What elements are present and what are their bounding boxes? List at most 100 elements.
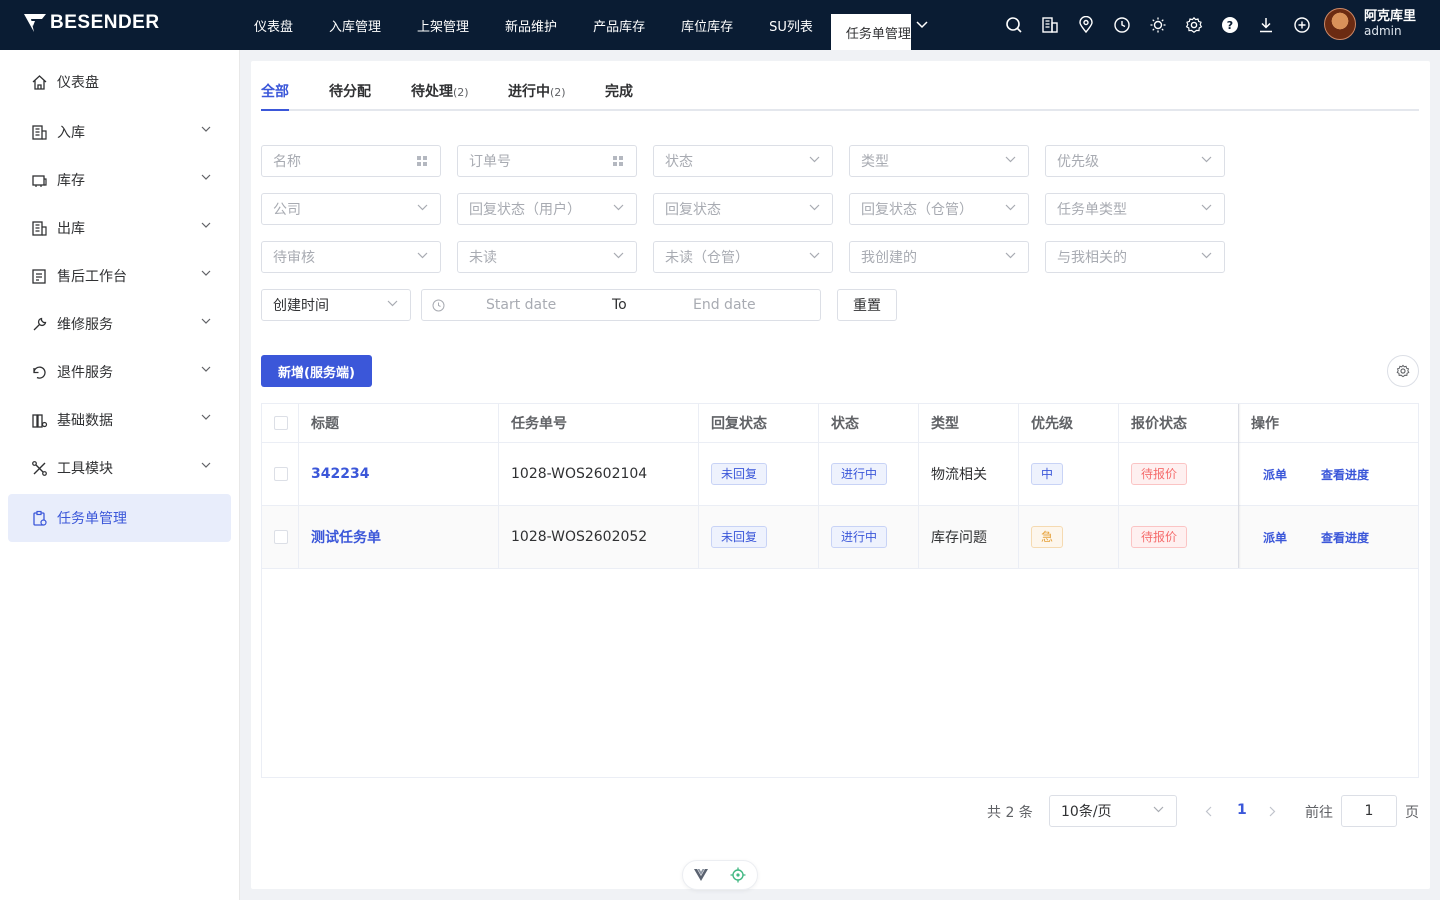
- view-progress-link[interactable]: 查看进度: [1321, 466, 1369, 483]
- topnav-location-stock[interactable]: 库位库存: [663, 0, 751, 50]
- sidebar-item-returns[interactable]: 退件服务: [8, 348, 231, 396]
- chevron-down-icon: [201, 414, 211, 420]
- status-badge: 进行中: [831, 463, 888, 485]
- chevron-down-icon: [201, 318, 211, 324]
- dispatch-link[interactable]: 派单: [1263, 529, 1287, 546]
- tab-pending-assign[interactable]: 待分配: [329, 81, 371, 111]
- sun-icon[interactable]: [1140, 0, 1176, 50]
- avatar[interactable]: [1324, 8, 1356, 40]
- tab-pending-process[interactable]: 待处理(2): [411, 81, 469, 111]
- sidebar-item-label: 仪表盘: [57, 75, 99, 91]
- start-date-input[interactable]: Start date: [486, 297, 556, 313]
- goto-page-input[interactable]: [1341, 795, 1397, 827]
- prev-page-chevron-left-icon[interactable]: [1205, 806, 1212, 817]
- reply-status-user-select[interactable]: 回复状态（用户）: [457, 193, 637, 225]
- reset-button[interactable]: 重置: [837, 289, 897, 321]
- company-select[interactable]: 公司: [261, 193, 441, 225]
- priority-select[interactable]: 优先级: [1045, 145, 1225, 177]
- topnav-shelving[interactable]: 上架管理: [399, 0, 487, 50]
- sidebar-item-inventory[interactable]: 库存: [8, 156, 231, 204]
- topnav-new-product[interactable]: 新品维护: [487, 0, 575, 50]
- building-icon[interactable]: [1032, 0, 1068, 50]
- sidebar-item-repair[interactable]: 维修服务: [8, 300, 231, 348]
- order-number-input[interactable]: 订单号: [457, 145, 637, 177]
- reply-status-select[interactable]: 回复状态: [653, 193, 833, 225]
- table-settings-button[interactable]: [1387, 355, 1419, 387]
- row-checkbox[interactable]: [274, 530, 288, 544]
- date-range-picker[interactable]: Start date To End date: [421, 289, 821, 321]
- created-by-me-select[interactable]: 我创建的: [849, 241, 1029, 273]
- vue-devtools-icon[interactable]: [694, 869, 708, 881]
- target-icon[interactable]: [730, 867, 746, 883]
- topnav-more-chevron-down-icon[interactable]: [911, 0, 933, 50]
- chevron-down-icon: [1005, 156, 1016, 163]
- col-type: 类型: [919, 404, 1019, 442]
- dispatch-link[interactable]: 派单: [1263, 466, 1287, 483]
- row-checkbox-cell: [262, 506, 299, 568]
- time-type-select[interactable]: 创建时间: [261, 289, 411, 321]
- topnav-product-stock[interactable]: 产品库存: [575, 0, 663, 50]
- row-checkbox[interactable]: [274, 467, 288, 481]
- cell-actions: 派单 查看进度: [1239, 506, 1418, 568]
- add-task-button[interactable]: 新增(服务端): [261, 355, 372, 387]
- end-date-input[interactable]: End date: [693, 297, 756, 313]
- unread-select[interactable]: 未读: [457, 241, 637, 273]
- main-content: 全部 待分配 待处理(2) 进行中(2) 完成 名称 订单号 状态 类型 优先级…: [251, 61, 1430, 889]
- user-menu[interactable]: 阿克库里 admin: [1324, 8, 1416, 40]
- chevron-down-icon: [809, 252, 820, 259]
- type-select[interactable]: 类型: [849, 145, 1029, 177]
- task-title-link[interactable]: 测试任务单: [311, 527, 381, 547]
- plus-circle-icon[interactable]: [1284, 0, 1320, 50]
- sidebar-item-base-data[interactable]: 基础数据: [8, 396, 231, 444]
- status-badge: 进行中: [831, 526, 888, 548]
- help-icon[interactable]: ?: [1212, 0, 1248, 50]
- tab-in-progress[interactable]: 进行中(2): [508, 81, 566, 111]
- goto-label: 前往: [1305, 805, 1333, 821]
- status-select[interactable]: 状态: [653, 145, 833, 177]
- related-to-me-select[interactable]: 与我相关的: [1045, 241, 1225, 273]
- gear-icon[interactable]: [1176, 0, 1212, 50]
- task-title-link[interactable]: 342234: [311, 466, 369, 482]
- sidebar-item-outbound[interactable]: 出库: [8, 204, 231, 252]
- download-icon[interactable]: [1248, 0, 1284, 50]
- reply-status-badge: 未回复: [711, 526, 768, 548]
- sidebar-item-inbound[interactable]: 入库: [8, 108, 231, 156]
- location-icon[interactable]: [1068, 0, 1104, 50]
- topnav-dashboard[interactable]: 仪表盘: [236, 0, 311, 50]
- table-header: 标题 任务单号 回复状态 状态 类型 优先级 报价状态 操作: [262, 404, 1418, 443]
- sidebar-item-after-sales[interactable]: 售后工作台: [8, 252, 231, 300]
- sidebar-item-dashboard[interactable]: 仪表盘: [8, 58, 231, 106]
- after-sales-icon: [30, 267, 48, 285]
- task-type-select[interactable]: 任务单类型: [1045, 193, 1225, 225]
- select-all-checkbox[interactable]: [274, 416, 288, 430]
- unread-warehouse-select[interactable]: 未读（仓管）: [653, 241, 833, 273]
- logo-mark-icon: [24, 14, 46, 32]
- view-progress-link[interactable]: 查看进度: [1321, 529, 1369, 546]
- sidebar-item-label: 入库: [57, 125, 85, 141]
- inbound-icon: [30, 123, 48, 141]
- outbound-icon: [30, 219, 48, 237]
- page-number-current[interactable]: 1: [1237, 802, 1247, 818]
- page-size-select[interactable]: 10条/页: [1049, 795, 1177, 827]
- header-checkbox-cell: [262, 404, 299, 442]
- pending-review-select[interactable]: 待审核: [261, 241, 441, 273]
- tab-all[interactable]: 全部: [261, 81, 289, 111]
- topnav-su-list[interactable]: SU列表: [751, 0, 831, 50]
- chevron-down-icon: [201, 462, 211, 468]
- sidebar-item-task-management[interactable]: 任务单管理: [8, 494, 231, 542]
- search-icon[interactable]: [996, 0, 1032, 50]
- brand-logo[interactable]: BESENDER: [22, 12, 160, 34]
- inventory-icon: [30, 171, 48, 189]
- clock-icon[interactable]: [1104, 0, 1140, 50]
- topnav-task-management[interactable]: 任务单管理: [830, 14, 911, 50]
- tab-completed[interactable]: 完成: [605, 81, 633, 111]
- name-input[interactable]: 名称: [261, 145, 441, 177]
- cell-priority: 急: [1019, 506, 1119, 568]
- chevron-down-icon: [613, 252, 624, 259]
- reply-status-warehouse-select[interactable]: 回复状态（仓管）: [849, 193, 1029, 225]
- sidebar-item-tools[interactable]: 工具模块: [8, 444, 231, 492]
- cell-reply-status: 未回复: [699, 443, 819, 505]
- topnav-inbound[interactable]: 入库管理: [311, 0, 399, 50]
- col-priority: 优先级: [1019, 404, 1119, 442]
- next-page-chevron-right-icon[interactable]: [1269, 806, 1276, 817]
